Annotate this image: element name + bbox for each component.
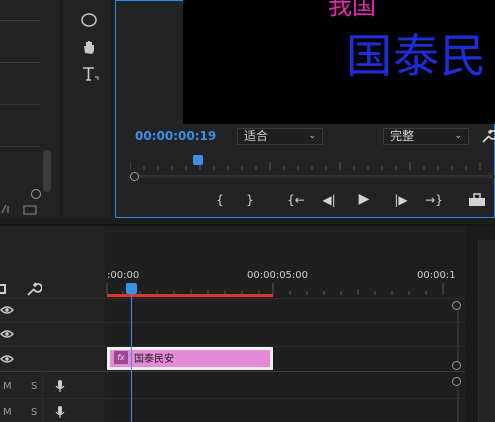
hand-tool-icon[interactable] xyxy=(79,37,99,57)
chevron-down-icon: ⌄ xyxy=(454,131,462,141)
quality-dropdown-label: 完整 xyxy=(390,129,415,143)
go-to-out-button[interactable]: →} xyxy=(425,193,443,207)
adjacent-panel xyxy=(478,240,495,422)
step-back-button[interactable]: ◀| xyxy=(320,193,338,207)
mute-button[interactable]: M xyxy=(3,381,12,392)
quality-dropdown[interactable]: 完整 ⌄ xyxy=(383,128,469,145)
chevron-down-icon: ⌄ xyxy=(308,131,316,141)
clip-name: 国泰民安 xyxy=(134,354,174,365)
audio-scroll-track[interactable] xyxy=(457,386,459,422)
fit-dropdown-label: 适合 xyxy=(244,129,269,143)
wrench-icon[interactable] xyxy=(481,128,495,144)
time-label-10s: 00:00:1 xyxy=(417,270,456,281)
mark-out-button[interactable]: } xyxy=(241,193,259,207)
video-title-top: 我国 xyxy=(328,0,376,20)
playhead-timecode[interactable]: 00:00:00:19 xyxy=(135,129,216,143)
track-separator xyxy=(0,298,465,299)
timeline-tracks[interactable] xyxy=(106,226,465,422)
export-frame-icon[interactable] xyxy=(468,193,486,207)
eye-icon[interactable] xyxy=(0,305,14,315)
track-separator xyxy=(0,371,465,372)
scroll-handle-top[interactable] xyxy=(452,301,461,310)
video-title-main: 国泰民 xyxy=(346,29,487,83)
video-scroll-track[interactable] xyxy=(457,310,459,363)
monitor-scroll-track[interactable] xyxy=(128,175,495,178)
list-view-icons[interactable] xyxy=(0,202,40,216)
mute-button[interactable]: M xyxy=(3,407,12,418)
project-scrollbar[interactable] xyxy=(43,150,51,192)
fx-badge: fx xyxy=(114,351,128,364)
time-label-0: :00:00 xyxy=(107,270,140,281)
solo-button[interactable]: S xyxy=(31,381,37,392)
microphone-icon[interactable] xyxy=(55,379,65,393)
time-label-5s: 00:00:05:00 xyxy=(247,270,309,281)
ellipse-tool-icon[interactable] xyxy=(79,10,99,30)
wrench-icon[interactable] xyxy=(26,281,42,297)
timeline-playhead-line xyxy=(131,284,132,422)
mark-in-button[interactable]: { xyxy=(211,193,229,207)
column-divider xyxy=(42,372,43,422)
monitor-zoom-handle[interactable] xyxy=(130,172,139,181)
clip-body: fx 国泰民安 xyxy=(110,350,270,367)
audio-scroll-handle[interactable] xyxy=(452,377,461,386)
eye-icon[interactable] xyxy=(0,329,14,339)
monitor-playhead[interactable] xyxy=(193,155,203,165)
timeline-playhead[interactable] xyxy=(126,283,137,294)
eye-icon[interactable] xyxy=(0,354,14,364)
track-separator xyxy=(0,322,465,323)
scroll-handle-bottom[interactable] xyxy=(452,361,461,370)
snap-icon[interactable] xyxy=(0,282,8,296)
track-separator xyxy=(0,398,465,399)
play-button[interactable]: ▶ xyxy=(355,191,373,207)
monitor-time-ruler[interactable] xyxy=(130,156,495,170)
fit-dropdown[interactable]: 适合 ⌄ xyxy=(237,128,323,145)
step-forward-button[interactable]: |▶ xyxy=(392,193,410,207)
zoom-handle[interactable] xyxy=(31,189,41,199)
microphone-icon[interactable] xyxy=(55,405,65,419)
track-headers xyxy=(0,226,105,422)
solo-button[interactable]: S xyxy=(31,407,37,418)
video-preview: 我国 国泰民 xyxy=(183,0,495,124)
type-tool-icon[interactable] xyxy=(79,64,99,84)
go-to-in-button[interactable]: {← xyxy=(287,193,305,207)
tools-panel xyxy=(63,0,111,218)
project-panel xyxy=(0,0,60,218)
